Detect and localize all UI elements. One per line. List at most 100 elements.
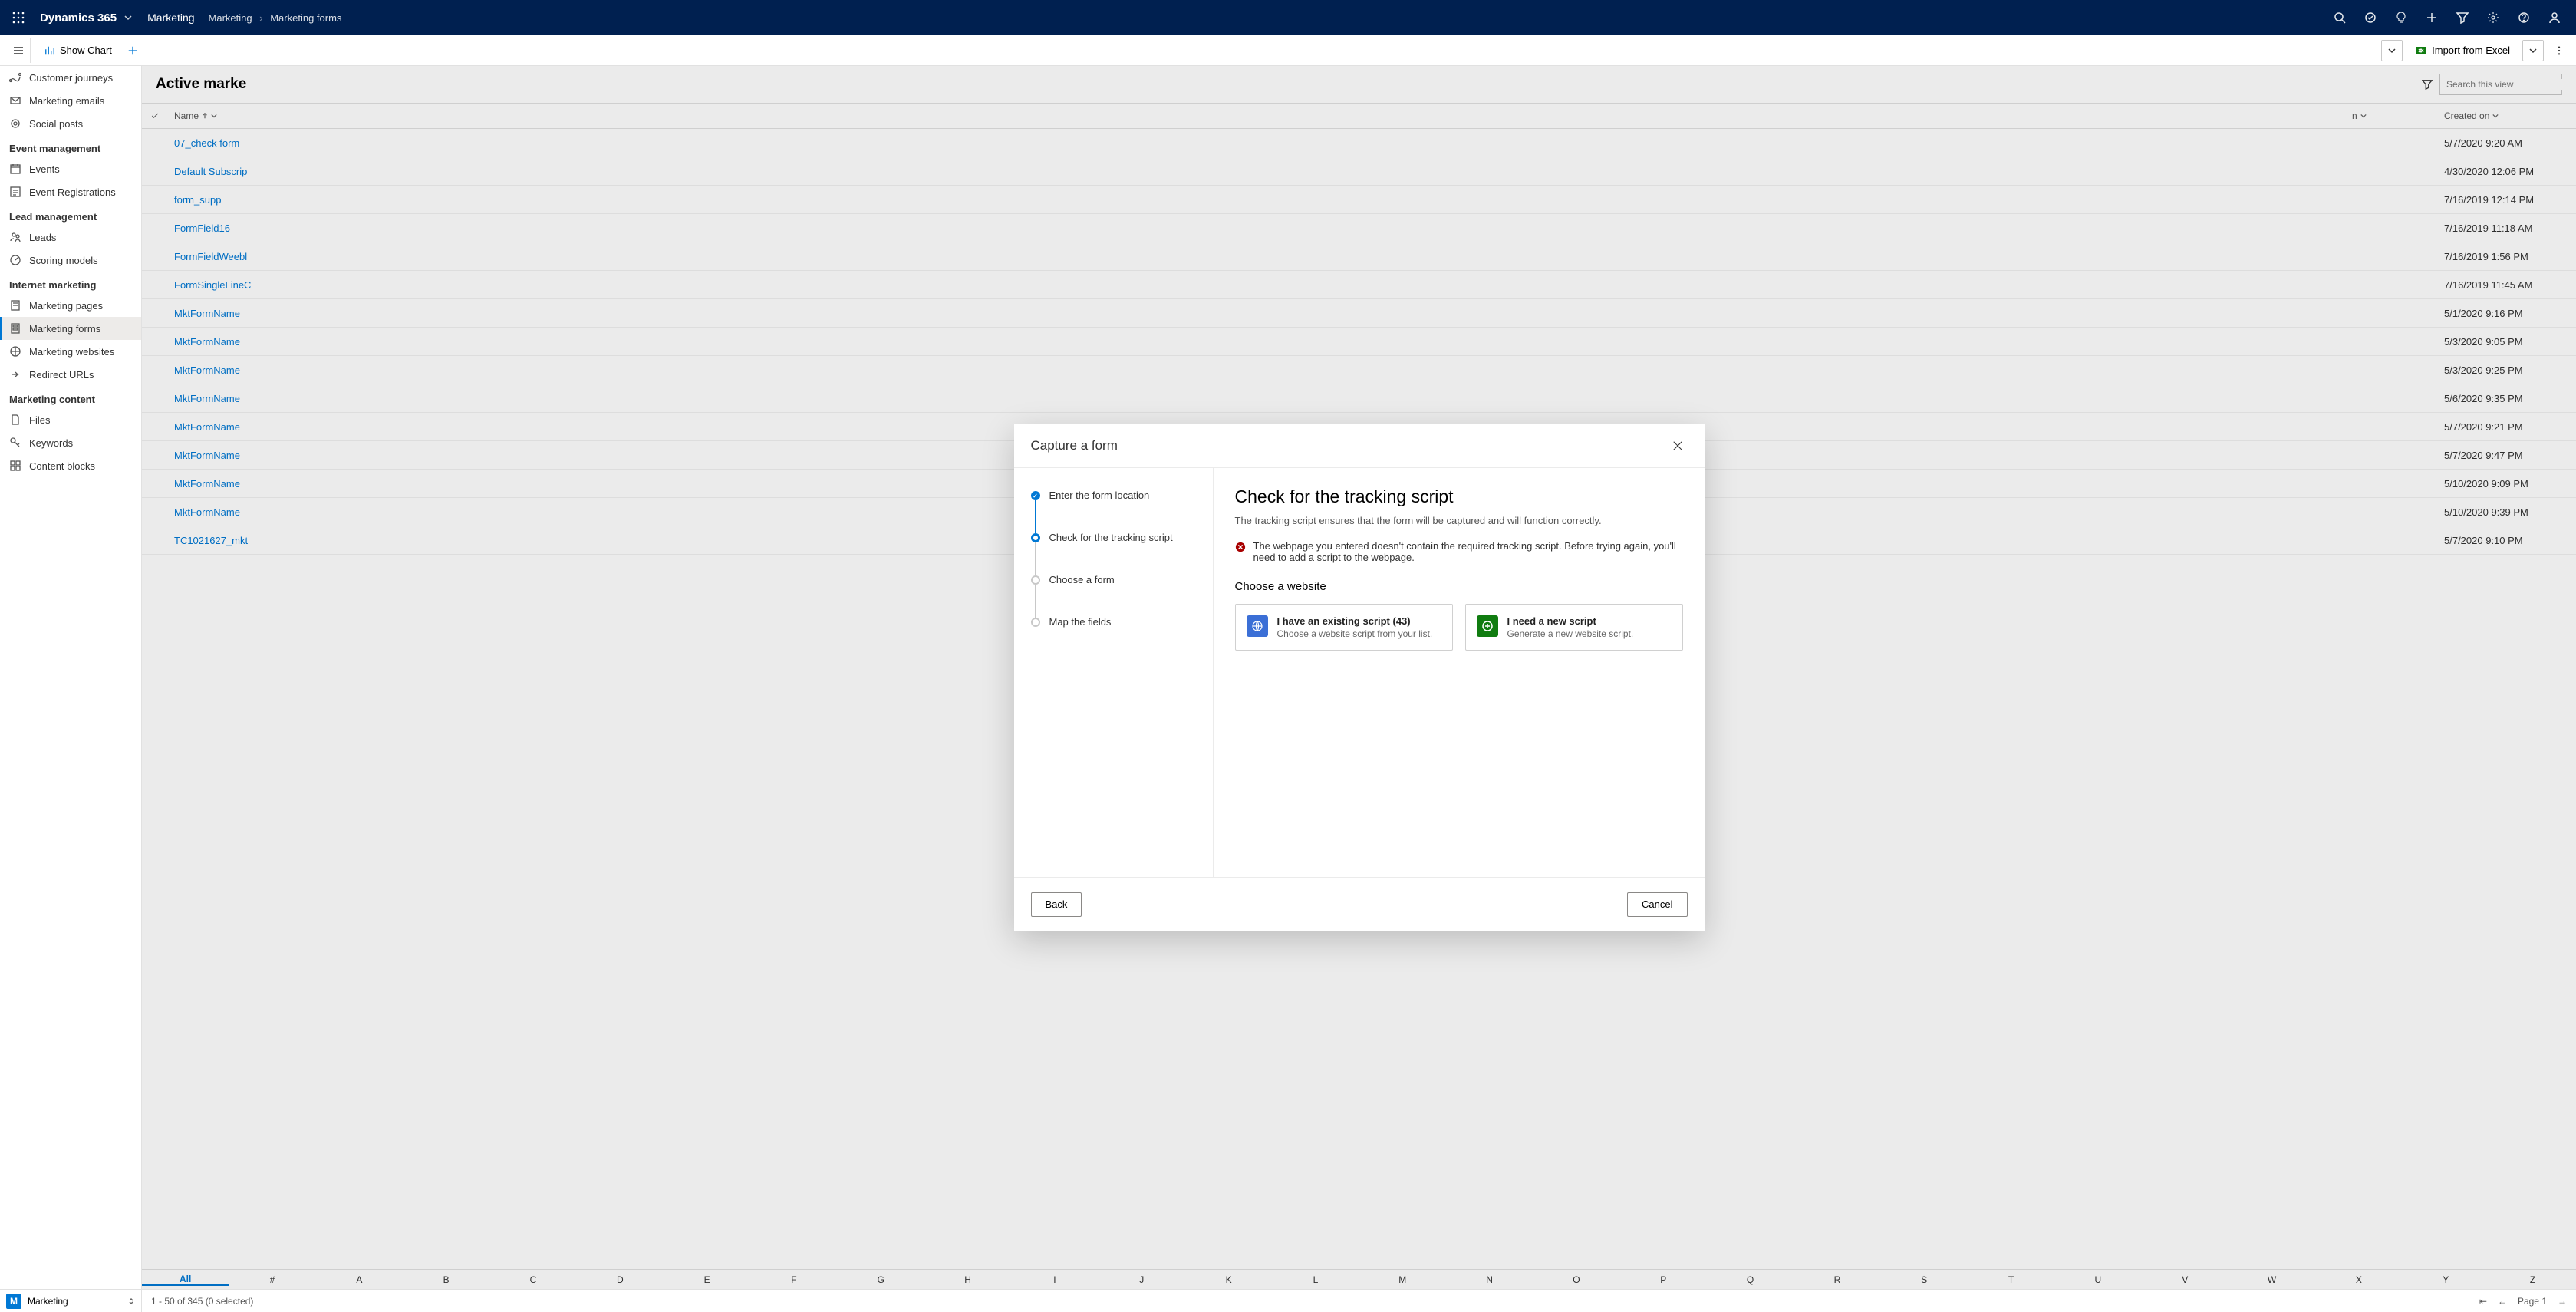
sidebar-item-marketing-emails[interactable]: Marketing emails xyxy=(0,89,141,112)
show-chart-button[interactable]: Show Chart xyxy=(37,35,120,66)
wizard-step: Check for the tracking script xyxy=(1031,532,1196,574)
back-button[interactable]: Back xyxy=(1031,892,1082,917)
record-count: 1 - 50 of 345 (0 selected) xyxy=(142,1296,262,1307)
chevron-down-icon[interactable] xyxy=(124,14,132,21)
area-badge: M xyxy=(6,1294,21,1309)
sidebar-item-marketing-websites[interactable]: Marketing websites xyxy=(0,340,141,363)
sidebar-item-leads[interactable]: Leads xyxy=(0,226,141,249)
add-circle-icon xyxy=(1477,615,1498,637)
more-commands-icon[interactable] xyxy=(2548,40,2570,61)
modal-title: Capture a form xyxy=(1031,438,1118,453)
sidebar-item-marketing-forms[interactable]: Marketing forms xyxy=(0,317,141,340)
step-label: Check for the tracking script xyxy=(1049,532,1173,574)
sidebar-item-label: Social posts xyxy=(29,118,83,130)
step-indicator-icon xyxy=(1031,533,1040,542)
show-chart-label: Show Chart xyxy=(60,45,112,56)
sidebar-group-label: Internet marketing xyxy=(0,272,141,294)
sitemap-toggle-icon[interactable] xyxy=(6,38,31,63)
cancel-button[interactable]: Cancel xyxy=(1627,892,1687,917)
step-indicator-icon xyxy=(1031,491,1040,500)
sidebar-item-customer-journeys[interactable]: Customer journeys xyxy=(0,66,141,89)
sidebar-item-label: Redirect URLs xyxy=(29,369,94,381)
step-label: Map the fields xyxy=(1049,616,1112,628)
card-title: I have an existing script (43) xyxy=(1277,615,1433,627)
first-page-icon[interactable]: ⇤ xyxy=(2479,1296,2487,1307)
sidebar-group-label: Event management xyxy=(0,135,141,157)
prev-page-icon[interactable]: ← xyxy=(2498,1296,2507,1307)
error-icon xyxy=(1235,542,1246,552)
next-page-icon[interactable]: → xyxy=(2558,1296,2567,1307)
command-bar: Show Chart Import from Excel xyxy=(0,35,2576,66)
sidebar-group-label: Lead management xyxy=(0,203,141,226)
user-icon[interactable] xyxy=(2539,0,2570,35)
sidebar-item-files[interactable]: Files xyxy=(0,408,141,431)
updown-icon xyxy=(127,1297,135,1305)
breadcrumb: Marketing › Marketing forms xyxy=(209,12,342,24)
import-excel-button[interactable]: Import from Excel xyxy=(2407,45,2518,57)
import-dropdown[interactable] xyxy=(2522,40,2544,61)
wizard-steps: Enter the form locationCheck for the tra… xyxy=(1014,468,1214,877)
global-nav-bar: Dynamics 365 Marketing Marketing › Marke… xyxy=(0,0,2576,35)
sidebar-item-label: Files xyxy=(29,414,50,426)
step-indicator-icon xyxy=(1031,618,1040,627)
sidebar-item-label: Leads xyxy=(29,232,56,243)
status-bar: M Marketing 1 - 50 of 345 (0 selected) ⇤… xyxy=(0,1289,2576,1312)
globe-icon xyxy=(1247,615,1268,637)
pager: ⇤ ← Page 1 → xyxy=(2470,1296,2576,1307)
sidebar-item-events[interactable]: Events xyxy=(0,157,141,180)
overflow-dropdown[interactable] xyxy=(2381,40,2403,61)
import-excel-label: Import from Excel xyxy=(2432,45,2510,56)
search-icon[interactable] xyxy=(2324,0,2355,35)
area-switcher[interactable]: M Marketing xyxy=(0,1290,142,1312)
sidebar-item-label: Content blocks xyxy=(29,460,95,472)
panel-sub: The tracking script ensures that the for… xyxy=(1235,515,1683,526)
step-label: Choose a form xyxy=(1049,574,1115,616)
step-indicator-icon xyxy=(1031,575,1040,585)
breadcrumb-item[interactable]: Marketing xyxy=(209,12,252,24)
sidebar-item-scoring-models[interactable]: Scoring models xyxy=(0,249,141,272)
lightbulb-icon[interactable] xyxy=(2386,0,2416,35)
panel-heading: Check for the tracking script xyxy=(1235,486,1683,507)
area-name: Marketing xyxy=(28,1296,68,1307)
breadcrumb-separator: › xyxy=(259,12,262,24)
breadcrumb-item[interactable]: Marketing forms xyxy=(270,12,341,24)
wizard-step: Choose a form xyxy=(1031,574,1196,616)
sidebar-item-redirect-urls[interactable]: Redirect URLs xyxy=(0,363,141,386)
sidebar-item-label: Marketing pages xyxy=(29,300,103,312)
card-title: I need a new script xyxy=(1507,615,1634,627)
sidebar-item-content-blocks[interactable]: Content blocks xyxy=(0,454,141,477)
new-button[interactable] xyxy=(120,35,150,66)
step-label: Enter the form location xyxy=(1049,490,1150,532)
sidebar-item-label: Keywords xyxy=(29,437,73,449)
page-label: Page 1 xyxy=(2518,1296,2547,1307)
area-label[interactable]: Marketing xyxy=(147,12,194,24)
sidebar-item-marketing-pages[interactable]: Marketing pages xyxy=(0,294,141,317)
new-script-card[interactable]: I need a new script Generate a new websi… xyxy=(1465,604,1683,651)
sidebar-item-social-posts[interactable]: Social posts xyxy=(0,112,141,135)
sidebar-item-label: Marketing forms xyxy=(29,323,100,335)
wizard-step: Map the fields xyxy=(1031,616,1196,628)
sidebar-item-label: Scoring models xyxy=(29,255,98,266)
filter-icon[interactable] xyxy=(2447,0,2478,35)
sidebar-item-label: Events xyxy=(29,163,60,175)
sidebar-item-label: Event Registrations xyxy=(29,186,116,198)
sidebar-group-label: Marketing content xyxy=(0,386,141,408)
existing-script-card[interactable]: I have an existing script (43) Choose a … xyxy=(1235,604,1453,651)
site-map: Customer journeys Marketing emails Social … xyxy=(0,66,142,1289)
capture-form-modal: Capture a form Enter the form locationCh… xyxy=(1014,424,1705,931)
choose-label: Choose a website xyxy=(1235,580,1683,593)
brand-label[interactable]: Dynamics 365 xyxy=(40,12,117,25)
sidebar-item-label: Marketing websites xyxy=(29,346,114,358)
close-icon[interactable] xyxy=(1668,436,1688,456)
sidebar-item-event-registrations[interactable]: Event Registrations xyxy=(0,180,141,203)
wizard-step: Enter the form location xyxy=(1031,490,1196,532)
card-sub: Generate a new website script. xyxy=(1507,628,1634,639)
sidebar-item-label: Marketing emails xyxy=(29,95,104,107)
app-launcher-icon[interactable] xyxy=(6,5,31,30)
task-icon[interactable] xyxy=(2355,0,2386,35)
add-icon[interactable] xyxy=(2416,0,2447,35)
error-message: The webpage you entered doesn't contain … xyxy=(1235,540,1683,563)
settings-icon[interactable] xyxy=(2478,0,2508,35)
help-icon[interactable] xyxy=(2508,0,2539,35)
sidebar-item-keywords[interactable]: Keywords xyxy=(0,431,141,454)
